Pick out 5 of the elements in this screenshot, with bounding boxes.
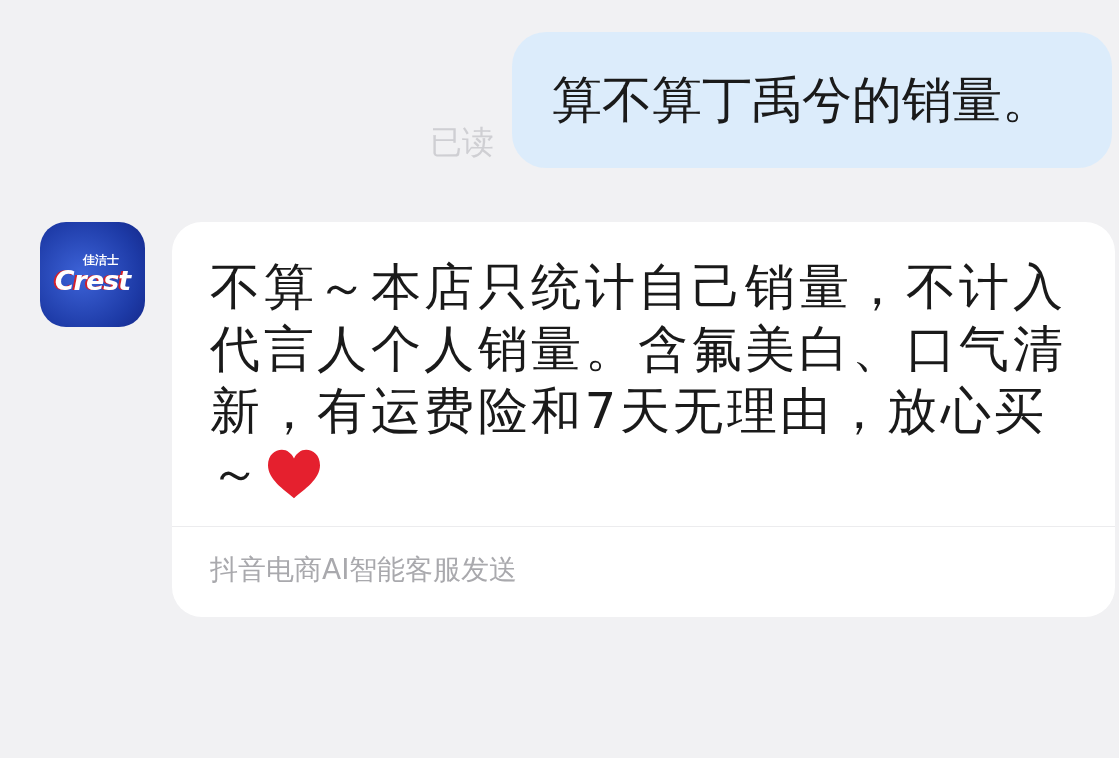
message-text: ～	[210, 444, 264, 502]
message-bubble: 算不算丁禹兮的销量。	[512, 32, 1112, 168]
message-text: 不算～本店只统计自己销量，不计入代言人个人销量。含氟美白、口气清新，有运费险和7天无理由，放心买	[210, 257, 1067, 442]
footer-note: 抖音电商AI智能客服发送	[210, 553, 518, 586]
shop-avatar[interactable]: 佳洁士 Crest	[40, 222, 145, 327]
